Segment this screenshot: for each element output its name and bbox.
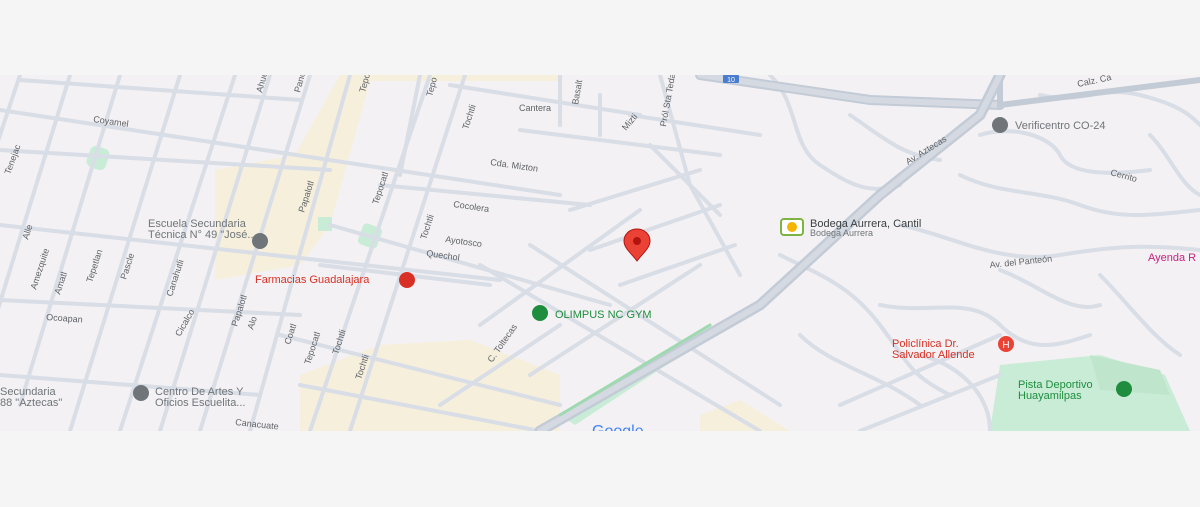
street-label: Ayotosco: [445, 234, 483, 249]
map-canvas[interactable]: 10 Coyamel Tenejac Alle Amezquite Amatl …: [0, 75, 1200, 431]
poi-label: OLIMPUS NC GYM: [555, 309, 652, 321]
poi-policlinica[interactable]: H Policlínica Dr. Salvador Allende: [892, 336, 1014, 361]
street-label: Coatl: [282, 323, 298, 346]
poi-label: Policlínica Dr. Salvador Allende: [892, 338, 975, 361]
pharmacy-icon: [399, 272, 415, 288]
google-logo: Google: [592, 423, 644, 431]
poi-label: Ayenda R: [1148, 252, 1196, 264]
poi-secundaria88[interactable]: Secundaria 88 "Aztecas": [0, 386, 62, 409]
street-label: Cda. Mizton: [490, 157, 539, 174]
svg-text:10: 10: [727, 77, 735, 84]
street-label: Basalt: [570, 78, 584, 105]
svg-text:Escuela SecundariaTécnica N° 4: Escuela Secundaria Técnica N° 49 "José...: [148, 218, 257, 241]
street-label: Alo: [245, 315, 259, 330]
poi-sublabel: Bodega Aurrera: [810, 228, 873, 238]
street-label: Tenejac: [2, 143, 22, 176]
svg-text:H: H: [1002, 340, 1009, 351]
school-icon: [133, 385, 149, 401]
poi-bodega[interactable]: Bodega Aurrera, Cantil Bodega Aurrera: [780, 218, 921, 238]
street-label: Tepetlan: [84, 248, 104, 283]
street-label: Tepocatl: [302, 331, 322, 366]
poi-ayenda[interactable]: Ayenda R: [1148, 252, 1196, 264]
location-pin-icon[interactable]: [623, 228, 651, 262]
street-label: Ocoapan: [46, 312, 83, 325]
poi-label: Verificentro CO-24: [1015, 120, 1105, 132]
park-icon: [1116, 381, 1132, 397]
poi-centro-artes[interactable]: Centro De Artes Y Oficios Escuelita...: [133, 385, 245, 409]
highway-shield: 10: [723, 75, 739, 84]
location-icon: [992, 117, 1008, 133]
street-label: Pascle: [118, 252, 136, 281]
street-label: Cocolera: [453, 199, 490, 214]
map-svg: 10 Coyamel Tenejac Alle Amezquite Amatl …: [0, 75, 1200, 431]
street-label: Quechol: [426, 248, 461, 263]
poi-label: Secundaria 88 "Aztecas": [0, 386, 62, 409]
poi-label: Pista Deportivo Huayamilpas: [1018, 379, 1093, 402]
street-label: Cantera: [519, 103, 551, 113]
street-label: Tochtli: [460, 103, 477, 130]
street-label: Av. del Panteón: [989, 253, 1052, 270]
street-label: Calz. Ca: [1076, 75, 1112, 89]
street-label: Amatl: [52, 271, 69, 296]
gym-icon: [532, 305, 548, 321]
poi-label: Centro De Artes Y Oficios Escuelita...: [155, 386, 245, 409]
poi-label: Escuela Secundaria Técnica N° 49 "José...: [148, 218, 257, 241]
street-label: Amezquite: [28, 247, 51, 291]
poi-label: Farmacias Guadalajara: [255, 274, 370, 286]
street-label: Canacuate: [235, 417, 279, 431]
